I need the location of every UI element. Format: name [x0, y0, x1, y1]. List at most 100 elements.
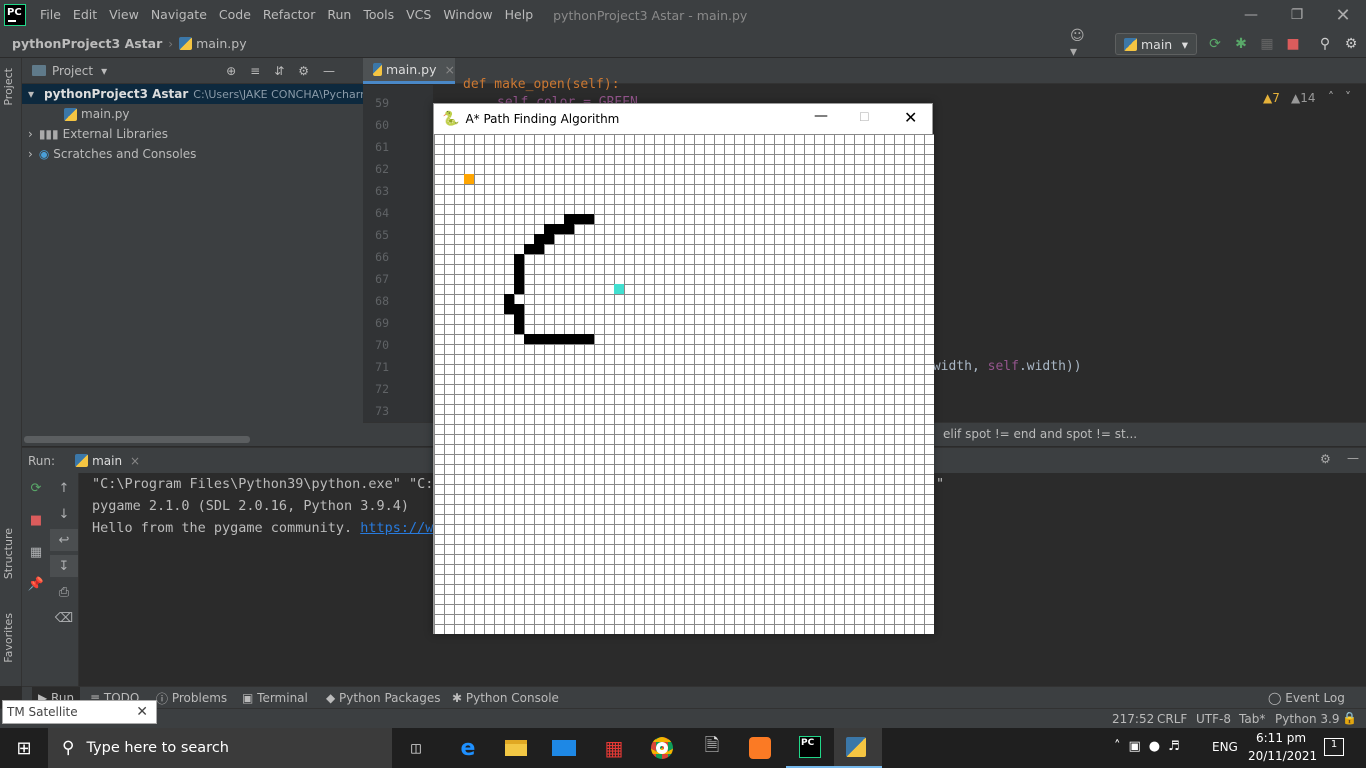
end-cell[interactable]	[614, 284, 624, 294]
close-button[interactable]: ✕	[904, 108, 917, 127]
barrier-cell[interactable]	[524, 244, 534, 254]
stop-icon[interactable]: ■	[22, 509, 50, 531]
barrier-cell[interactable]	[534, 334, 544, 344]
arrow-down-icon[interactable]: ↓	[50, 503, 78, 525]
weak-warnings-indicator[interactable]: ▲14	[1291, 91, 1316, 105]
project-panel-title[interactable]: Project	[52, 64, 93, 78]
file-encoding[interactable]: UTF-8	[1196, 712, 1231, 726]
barrier-cell[interactable]	[584, 214, 594, 224]
barrier-cell[interactable]	[514, 274, 524, 284]
pin-icon[interactable]: 📌	[22, 573, 50, 595]
barrier-cell[interactable]	[544, 224, 554, 234]
restore-button[interactable]: ❐	[1274, 0, 1320, 30]
edge-browser-icon[interactable]: e	[444, 728, 492, 768]
barrier-cell[interactable]	[574, 334, 584, 344]
horizontal-scrollbar[interactable]	[24, 436, 250, 443]
cursor-position[interactable]: 217:52	[1112, 712, 1154, 726]
barrier-cell[interactable]	[514, 304, 524, 314]
trash-icon[interactable]: ⌫	[50, 607, 78, 629]
search-icon[interactable]: ⚲	[1315, 34, 1335, 54]
menu-view[interactable]: View	[103, 0, 145, 30]
windows-start-icon[interactable]: ⊞	[0, 728, 48, 768]
python-interpreter[interactable]: Python 3.9	[1275, 712, 1340, 726]
barrier-cell[interactable]	[564, 334, 574, 344]
rerun-icon[interactable]: ⟳	[22, 477, 50, 499]
close-tab-icon[interactable]: ×	[130, 454, 140, 468]
run-tab-main[interactable]: main	[92, 454, 122, 468]
barrier-cell[interactable]	[504, 304, 514, 314]
task-view-icon[interactable]: ◫	[392, 728, 440, 768]
document-app-icon[interactable]: 🗎	[688, 728, 736, 768]
pygame-taskbar-icon[interactable]	[834, 728, 882, 768]
debug-icon[interactable]: ✱	[1231, 34, 1251, 54]
chevron-down-icon[interactable]: ▾	[101, 64, 107, 78]
taskbar-search[interactable]: ⚲ Type here to search	[48, 728, 392, 768]
tab-python-console[interactable]: ✱ Python Console	[452, 687, 559, 709]
chevron-down-icon[interactable]: ˅	[1345, 90, 1351, 104]
minimize-button[interactable]: —	[1228, 0, 1274, 30]
tree-root-project[interactable]: ▾ pythonProject3 Astar C:\Users\JAKE CON…	[22, 84, 363, 104]
chevron-up-icon[interactable]: ˄	[1328, 90, 1334, 104]
structure-tool-tab[interactable]: Structure	[2, 528, 15, 579]
pygame-title-bar[interactable]: 🐍 A* Path Finding Algorithm — ☐ ✕	[434, 104, 932, 134]
input-language[interactable]: ENG	[1212, 740, 1238, 754]
barrier-cell[interactable]	[584, 334, 594, 344]
tree-item-external-libraries[interactable]: › ▮▮▮ External Libraries	[22, 124, 363, 144]
menu-help[interactable]: Help	[499, 0, 540, 30]
print-icon[interactable]: ⎙	[50, 581, 78, 603]
close-tab-icon[interactable]: ×	[445, 62, 455, 77]
barrier-cell[interactable]	[544, 234, 554, 244]
xampp-icon[interactable]	[736, 728, 784, 768]
hide-panel-icon[interactable]: —	[1347, 451, 1359, 465]
barrier-cell[interactable]	[514, 264, 524, 274]
tab-terminal[interactable]: ▣ Terminal	[242, 687, 308, 709]
layout-icon[interactable]: ▦	[22, 541, 50, 563]
menu-navigate[interactable]: Navigate	[145, 0, 213, 30]
barrier-cell[interactable]	[554, 224, 564, 234]
system-tray-icons[interactable]: ˄▣●♬	[1114, 739, 1188, 754]
barrier-cell[interactable]	[504, 294, 514, 304]
tree-item-main-py[interactable]: main.py	[22, 104, 363, 124]
settings-gear-icon[interactable]: ⚙	[1341, 34, 1361, 54]
breadcrumb-file[interactable]: main.py	[179, 36, 247, 51]
lock-icon[interactable]: 🔒	[1342, 711, 1357, 725]
favorites-tool-tab[interactable]: Favorites	[2, 613, 15, 663]
stop-icon[interactable]: ■	[1283, 34, 1303, 54]
chrome-icon[interactable]	[638, 728, 686, 768]
tab-python-packages[interactable]: ◆ Python Packages	[326, 687, 440, 709]
arrow-up-icon[interactable]: ↑	[50, 477, 78, 499]
menu-tools[interactable]: Tools	[357, 0, 400, 30]
barrier-cell[interactable]	[524, 334, 534, 344]
gift-icon[interactable]: ▦	[590, 728, 638, 768]
menu-run[interactable]: Run	[321, 0, 357, 30]
barrier-cell[interactable]	[514, 284, 524, 294]
astar-grid[interactable]	[434, 134, 934, 634]
minimize-button[interactable]: —	[814, 108, 828, 124]
pygame-window[interactable]: 🐍 A* Path Finding Algorithm — ☐ ✕	[433, 103, 934, 634]
barrier-cell[interactable]	[554, 334, 564, 344]
settings-gear-icon[interactable]: ⚙	[1320, 452, 1331, 466]
tree-item-scratches[interactable]: › ◉ Scratches and Consoles	[22, 144, 363, 164]
barrier-cell[interactable]	[564, 214, 574, 224]
maximize-button[interactable]: ☐	[859, 110, 870, 124]
clock-date[interactable]: 20/11/2021	[1248, 749, 1317, 763]
barrier-cell[interactable]	[514, 324, 524, 334]
barrier-cell[interactable]	[574, 214, 584, 224]
run-configuration-select[interactable]: main ▾	[1115, 33, 1197, 55]
barrier-cell[interactable]	[514, 314, 524, 324]
warnings-indicator[interactable]: ▲7	[1263, 91, 1280, 105]
indent-setting[interactable]: Tab*	[1239, 712, 1265, 726]
menu-code[interactable]: Code	[213, 0, 257, 30]
close-button[interactable]: ✕	[1320, 0, 1366, 30]
rerun-icon[interactable]: ⟳	[1205, 34, 1225, 54]
tab-main-py[interactable]: main.py ×	[363, 58, 455, 84]
breadcrumb-item[interactable]: elif spot != end and spot != st...	[943, 427, 1137, 441]
menu-edit[interactable]: Edit	[67, 0, 103, 30]
coverage-icon[interactable]: ▦	[1257, 34, 1277, 54]
breadcrumb-project[interactable]: pythonProject3 Astar	[12, 36, 162, 51]
menu-refactor[interactable]: Refactor	[257, 0, 321, 30]
file-explorer-icon[interactable]	[492, 728, 540, 768]
line-separator[interactable]: CRLF	[1157, 712, 1187, 726]
mail-icon[interactable]	[540, 728, 588, 768]
barrier-cell[interactable]	[514, 254, 524, 264]
